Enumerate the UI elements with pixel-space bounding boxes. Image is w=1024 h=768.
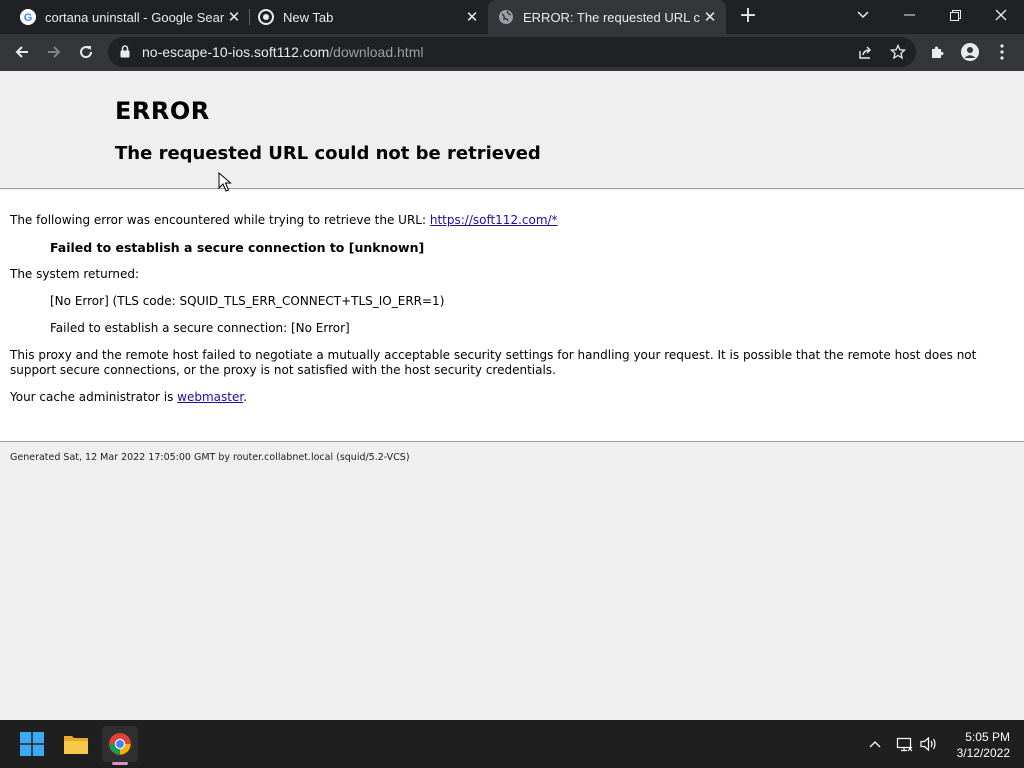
intro-label: The following error was encountered whil… xyxy=(10,213,430,227)
url-link[interactable]: https://soft112.com/* xyxy=(430,213,558,227)
globe-icon xyxy=(498,9,514,25)
generated-footer: Generated Sat, 12 Mar 2022 17:05:00 GMT … xyxy=(10,452,410,463)
more-vertical-icon xyxy=(1000,44,1004,60)
google-icon: G xyxy=(20,9,36,25)
restore-button[interactable] xyxy=(932,0,978,30)
chevron-up-icon xyxy=(869,741,881,748)
bookmark-star-icon[interactable] xyxy=(890,44,906,60)
clock-date: 3/12/2022 xyxy=(956,746,1010,760)
share-icon[interactable] xyxy=(858,45,873,60)
intro-text: The following error was encountered whil… xyxy=(10,213,558,228)
tab-search-button[interactable] xyxy=(840,0,886,30)
webmaster-link[interactable]: webmaster xyxy=(177,390,243,404)
url-path: /download.html xyxy=(329,44,424,60)
tab-title: cortana uninstall - Google Search xyxy=(45,9,224,25)
tab-error-active[interactable]: ERROR: The requested URL could ✕ xyxy=(488,0,726,34)
minimize-icon xyxy=(903,14,915,16)
admin-text: Your cache administrator is webmaster. xyxy=(10,390,247,405)
file-explorer-button[interactable] xyxy=(58,726,94,762)
back-button[interactable] xyxy=(8,38,36,66)
admin-prefix: Your cache administrator is xyxy=(10,390,178,404)
profile-icon xyxy=(961,43,979,61)
extensions-button[interactable] xyxy=(924,38,952,66)
page-content: ERROR The requested URL could not be ret… xyxy=(0,71,1024,720)
mouse-pointer-icon xyxy=(218,172,232,192)
active-app-indicator xyxy=(112,762,128,765)
tab-google-search[interactable]: G cortana uninstall - Google Search ✕ xyxy=(12,0,248,34)
tab-title: ERROR: The requested URL could xyxy=(523,9,700,25)
address-url[interactable]: no-escape-10-ios.soft112.com/download.ht… xyxy=(142,44,423,60)
start-button[interactable] xyxy=(14,726,50,762)
chrome-taskbar-button[interactable] xyxy=(102,726,138,762)
puzzle-icon xyxy=(932,46,944,58)
title-bar: G cortana uninstall - Google Search ✕ Ne… xyxy=(0,0,1024,34)
error-details: The following error was encountered whil… xyxy=(0,190,1024,442)
arrow-left-icon xyxy=(15,46,28,58)
arrow-right-icon xyxy=(48,46,61,58)
secure-failure-text: Failed to establish a secure connection:… xyxy=(50,321,350,335)
folder-icon xyxy=(64,736,88,754)
url-host: no-escape-10-ios.soft112.com xyxy=(142,44,330,60)
windows-taskbar: 5:05 PM 3/12/2022 xyxy=(0,720,1024,768)
tab-title: New Tab xyxy=(283,9,334,25)
forward-button[interactable] xyxy=(40,38,68,66)
show-hidden-icons-button[interactable] xyxy=(864,720,886,768)
failure-message: Failed to establish a secure connection … xyxy=(50,240,425,255)
system-returned-label: The system returned: xyxy=(10,267,140,281)
network-button[interactable] xyxy=(892,720,916,768)
tab-new-tab[interactable]: New Tab ✕ xyxy=(250,0,486,34)
lock-icon[interactable] xyxy=(120,45,130,58)
close-tab-icon[interactable]: ✕ xyxy=(224,7,244,27)
browser-toolbar: no-escape-10-ios.soft112.com/download.ht… xyxy=(0,34,1024,71)
menu-button[interactable] xyxy=(988,38,1016,66)
page-title: ERROR xyxy=(115,97,210,125)
close-window-button[interactable] xyxy=(978,0,1024,30)
tls-code-text: [No Error] (TLS code: SQUID_TLS_ERR_CONN… xyxy=(50,294,445,308)
close-tab-icon[interactable]: ✕ xyxy=(700,7,720,27)
close-tab-icon[interactable]: ✕ xyxy=(462,7,482,27)
page-subtitle: The requested URL could not be retrieved xyxy=(115,143,541,164)
profile-button[interactable] xyxy=(956,38,984,66)
new-tab-button[interactable]: + xyxy=(736,5,760,29)
network-icon xyxy=(896,737,913,752)
explanation-text: This proxy and the remote host failed to… xyxy=(10,348,977,377)
windows-logo-icon xyxy=(20,732,44,756)
restore-icon xyxy=(949,9,961,21)
reload-icon xyxy=(80,46,93,59)
system-clock[interactable]: 5:05 PM 3/12/2022 xyxy=(944,729,1010,761)
speaker-icon xyxy=(920,736,936,752)
chrome-icon xyxy=(109,733,131,755)
svg-text:G: G xyxy=(24,12,33,24)
volume-button[interactable] xyxy=(918,720,940,768)
error-header: ERROR The requested URL could not be ret… xyxy=(0,71,1024,189)
minimize-button[interactable] xyxy=(886,0,932,30)
chevron-down-icon xyxy=(857,11,869,19)
chrome-icon xyxy=(258,9,274,25)
clock-time: 5:05 PM xyxy=(965,730,1010,744)
reload-button[interactable] xyxy=(72,38,100,66)
address-bar[interactable]: no-escape-10-ios.soft112.com/download.ht… xyxy=(108,37,916,67)
close-icon xyxy=(995,9,1007,21)
admin-suffix: . xyxy=(243,390,248,404)
